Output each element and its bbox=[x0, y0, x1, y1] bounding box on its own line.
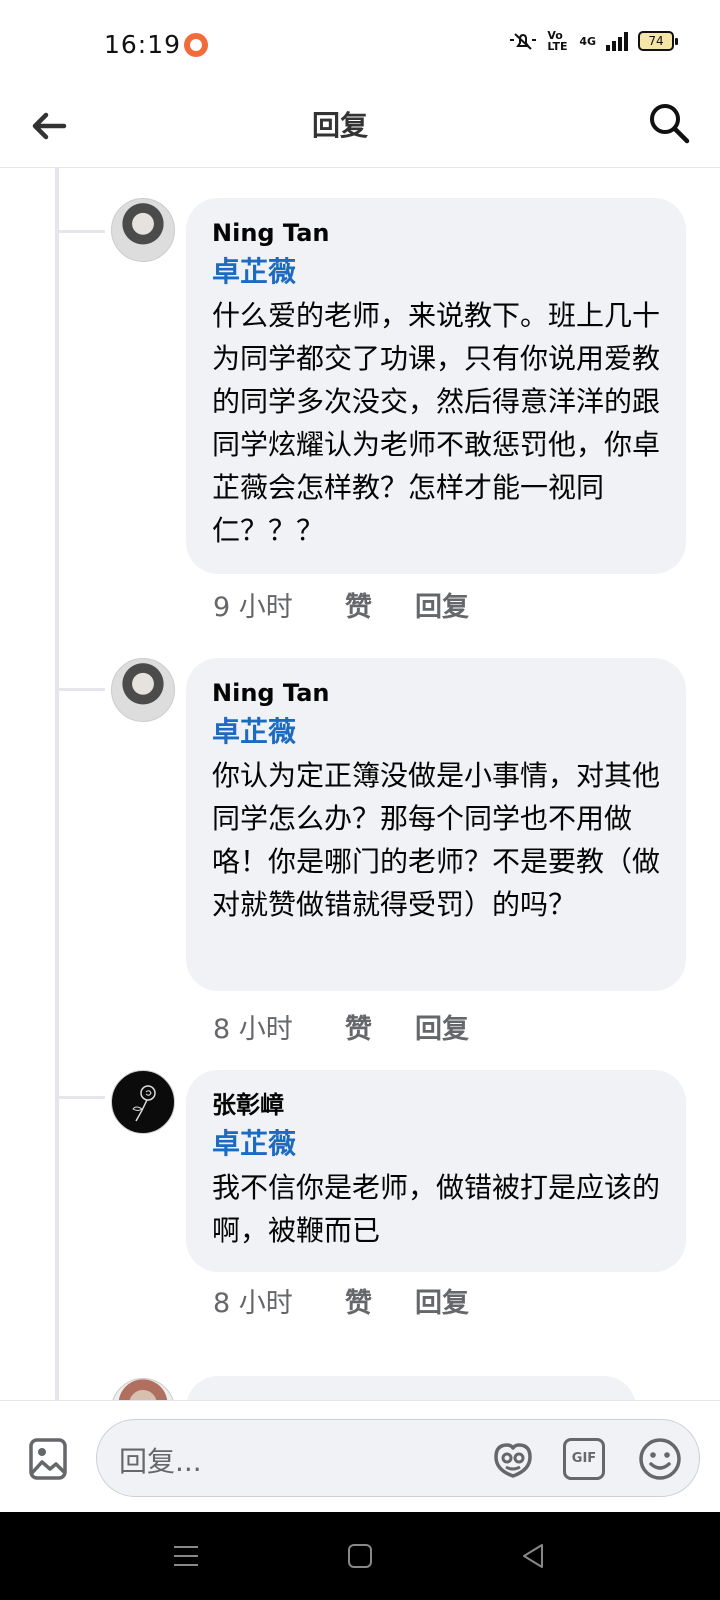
avatar[interactable] bbox=[111, 658, 175, 722]
reply-button[interactable]: 回复 bbox=[415, 1286, 469, 1322]
top-bar: 回复 bbox=[0, 86, 720, 168]
search-icon[interactable] bbox=[646, 100, 692, 146]
system-nav-bar bbox=[0, 1512, 720, 1600]
comment-text: 我不信你是老师，做错被打是应该的啊，被鞭而已 bbox=[212, 1171, 661, 1247]
status-time: 16:19 bbox=[104, 30, 182, 59]
thread-line bbox=[55, 168, 59, 1400]
photo-icon[interactable] bbox=[28, 1437, 68, 1481]
comment-bubble[interactable] bbox=[186, 1376, 636, 1400]
comment-meta: 8 小时 赞 回复 bbox=[213, 1012, 469, 1048]
reply-placeholder: 回复... bbox=[119, 1445, 202, 1478]
mention-link[interactable]: 卓芷薇 bbox=[212, 1124, 660, 1164]
reply-button[interactable]: 回复 bbox=[415, 1012, 469, 1048]
comment-bubble[interactable]: Ning Tan 卓芷薇 你认为定正簿没做是小事情，对其他同学怎么办？那每个同学… bbox=[186, 658, 686, 991]
comment-author[interactable]: 张彰嶂 bbox=[212, 1088, 660, 1122]
network-type: 4G bbox=[579, 34, 596, 48]
status-bar: 16:19 Vo LTE 4G 74 bbox=[0, 0, 720, 86]
reply-input[interactable]: 回复... GIF bbox=[96, 1419, 700, 1497]
comment-bubble[interactable]: 张彰嶂 卓芷薇 我不信你是老师，做错被打是应该的啊，被鞭而已 bbox=[186, 1070, 686, 1272]
battery-icon: 74 bbox=[638, 31, 678, 51]
like-button[interactable]: 赞 bbox=[345, 1012, 415, 1048]
nav-back-icon[interactable] bbox=[518, 1542, 550, 1570]
comment-text: 什么爱的老师，来说教下。班上几十为同学都交了功课，只有你说用爱教的同学多次没交，… bbox=[212, 299, 661, 547]
signal-icon bbox=[606, 31, 628, 51]
avatar[interactable] bbox=[111, 198, 175, 262]
comment-text: 你认为定正簿没做是小事情，对其他同学怎么办？那每个同学也不用做咯！你是哪门的老师… bbox=[212, 759, 661, 921]
comment-time: 8 小时 bbox=[213, 1288, 293, 1319]
comment-time: 8 小时 bbox=[213, 1014, 293, 1045]
like-button[interactable]: 赞 bbox=[345, 1286, 415, 1322]
comment-author[interactable]: Ning Tan bbox=[212, 216, 660, 250]
thread-branch bbox=[57, 230, 105, 233]
thread-branch bbox=[57, 1096, 105, 1099]
nav-home-icon[interactable] bbox=[344, 1542, 376, 1570]
mention-link[interactable]: 卓芷薇 bbox=[212, 252, 660, 292]
comment-author[interactable]: Ning Tan bbox=[212, 676, 660, 710]
status-indicators: Vo LTE 4G 74 bbox=[509, 29, 678, 53]
mute-bell-icon bbox=[510, 33, 537, 50]
app-notification-icon bbox=[184, 33, 208, 57]
thread-branch bbox=[57, 688, 105, 691]
reply-composer: 回复... GIF bbox=[0, 1400, 720, 1512]
sticker-icon[interactable] bbox=[490, 1436, 536, 1482]
reply-button[interactable]: 回复 bbox=[415, 590, 469, 626]
comment-meta: 9 小时 赞 回复 bbox=[213, 590, 469, 626]
gif-icon[interactable]: GIF bbox=[563, 1438, 605, 1480]
comment-bubble[interactable]: Ning Tan 卓芷薇 什么爱的老师，来说教下。班上几十为同学都交了功课，只有… bbox=[186, 198, 686, 574]
mention-link[interactable]: 卓芷薇 bbox=[212, 712, 660, 752]
like-button[interactable]: 赞 bbox=[345, 590, 415, 626]
nav-menu-icon[interactable] bbox=[170, 1542, 202, 1570]
reply-thread[interactable]: Ning Tan 卓芷薇 什么爱的老师，来说教下。班上几十为同学都交了功课，只有… bbox=[0, 168, 720, 1400]
volte-indicator: Vo LTE bbox=[547, 29, 568, 53]
page-title: 回复 bbox=[311, 109, 368, 142]
comment-time: 9 小时 bbox=[213, 592, 293, 623]
avatar[interactable] bbox=[111, 1378, 175, 1400]
comment-meta: 8 小时 赞 回复 bbox=[213, 1286, 469, 1322]
rose-icon bbox=[132, 1085, 156, 1122]
avatar[interactable] bbox=[111, 1070, 175, 1134]
emoji-icon[interactable] bbox=[637, 1436, 683, 1482]
